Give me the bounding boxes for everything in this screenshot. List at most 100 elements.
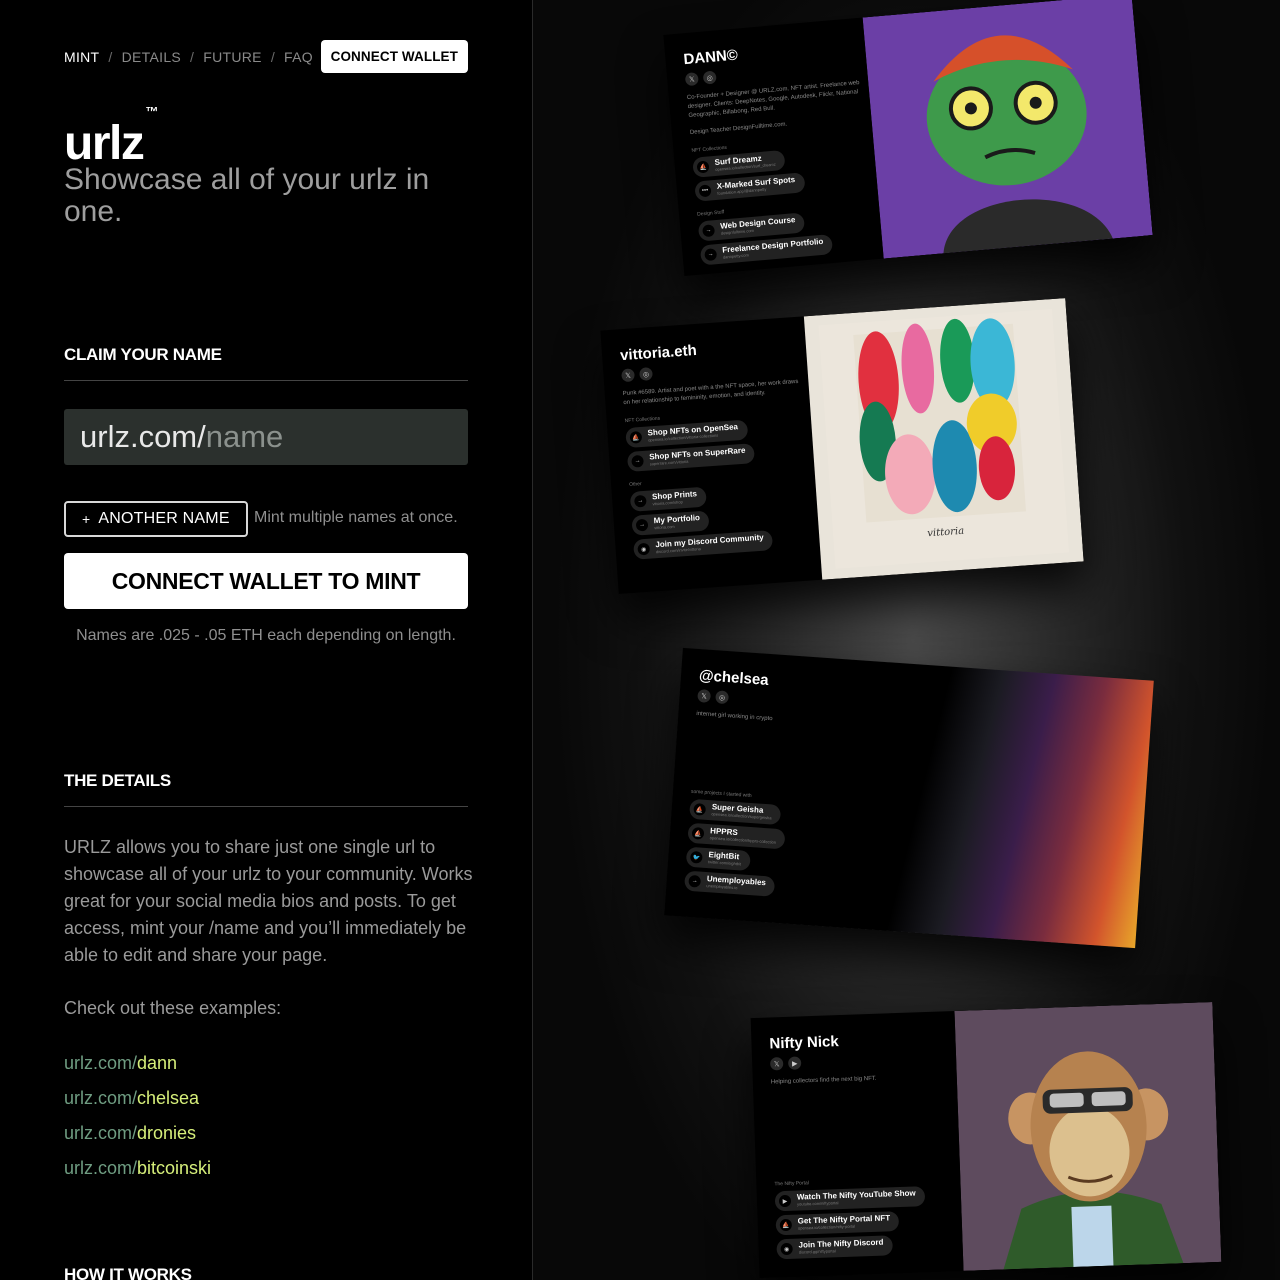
dann-nft-art [862,0,1153,259]
card-link-pill[interactable]: ⛵ Surf Dreamz opensea.io/collection/surf_d… [692,149,786,178]
name-field[interactable]: urlz.com/ [64,409,468,465]
profile-card-vittoria: vittoria.eth 𝕏 ◎ Punk #6589. Artist and … [600,298,1084,594]
card-link-url: opensea.io/collection/hpprs-collection [709,835,777,845]
card-name: Nifty Nick [769,1033,839,1053]
card-links: some projects I started with ⛵ Super Geish… [683,789,893,905]
example-name: chelsea [137,1088,200,1108]
twitter-icon: 𝕏 [621,368,635,383]
plus-icon: + [82,511,91,527]
opensea-icon: ⛵ [779,1218,793,1232]
opensea-icon: ⛵ [691,826,705,840]
left-panel: MINT / DETAILS / FUTURE / FAQ CONNECT WA… [0,0,532,1280]
trademark: ™ [145,104,159,119]
card-link-pill[interactable]: 🐦 EightBit twitter.com/eightbit [685,846,752,872]
examples-list: urlz.com/dann urlz.com/chelsea urlz.com/… [64,1053,211,1193]
card-link-pill[interactable]: ◉ Join my Discord Community discord.com/in… [633,530,774,560]
card-link-text-wrap: Shop Prints vittoria.com/shop [652,489,698,507]
example-link-dronies[interactable]: urlz.com/dronies [64,1123,196,1143]
youtube-icon: ▶ [778,1194,792,1208]
card-link-pill[interactable]: ⛵ HPPRS opensea.io/collection/hpprs-collec… [687,822,786,850]
another-name-hint: Mint multiple names at once. [254,509,458,526]
profile-card-chelsea: @chelsea 𝕏 ◎ internet girl working in cr… [664,647,1154,949]
details-paragraph: URLZ allows you to share just one single… [64,837,473,965]
example-name: dronies [137,1123,197,1143]
arrow-icon: → [635,518,649,532]
example-prefix: urlz.com/ [64,1088,138,1108]
card-link-text-wrap: Shop NFTs on OpenSea opensea.io/collectio… [647,422,738,443]
how-it-works-heading: HOW IT WORKS [64,1265,192,1280]
dots-icon: ••• [698,184,712,198]
top-nav: MINT / DETAILS / FUTURE / FAQ CONNECT WA… [64,40,468,73]
vittoria-nft-art: vittoria [803,298,1084,580]
example-link-bitcoinski[interactable]: urlz.com/bitcoinski [64,1158,211,1178]
card-info: @chelsea 𝕏 ◎ internet girl working in cr… [664,648,902,931]
example-prefix: urlz.com/ [64,1123,138,1143]
details-heading: THE DETAILS [64,771,468,807]
nav-separator: / [190,48,195,65]
example-item: urlz.com/chelsea [64,1088,211,1123]
card-link-text-wrap: My Portfolio vittoria.com [653,513,701,531]
card-link-text-wrap: Unemployables unemployables.io [706,874,766,893]
card-info: DANN© 𝕏 ◎ Co-Founder + Designer @ URLZ.c… [663,18,883,277]
card-link-pill[interactable]: ⛵ Get The Nifty Portal NFT opensea.io/coll… [775,1211,900,1236]
example-link-chelsea[interactable]: urlz.com/chelsea [64,1088,199,1108]
another-name-button[interactable]: + ANOTHER NAME [64,501,248,537]
arrow-icon: → [702,224,716,238]
example-item: urlz.com/dann [64,1053,211,1088]
url-prefix: urlz.com/ [80,419,206,454]
card-link-pill[interactable]: → Shop Prints vittoria.com/shop [629,486,707,512]
card-link-text-wrap: Shop NFTs on SuperRare superrare.com/vitt… [649,446,746,468]
opensea-icon: ⛵ [629,430,643,444]
card-link-text-wrap: Surf Dreamz opensea.io/collection/surf_dr… [714,154,776,173]
card-info: vittoria.eth 𝕏 ◎ Punk #6589. Artist and … [600,317,818,594]
card-link-pill[interactable]: ◉ Join The Nifty Discord discord.gg/niftyp… [776,1235,893,1260]
example-item: urlz.com/bitcoinski [64,1158,211,1193]
arrow-icon: → [704,248,718,262]
example-name: dann [137,1053,178,1073]
card-link-text-wrap: Watch The Nifty YouTube Show youtube.com/… [797,1188,916,1207]
another-name-label: ANOTHER NAME [98,510,230,527]
card-link-text-wrap: Web Design Course designfulltime.com [720,215,796,237]
example-link-dann[interactable]: urlz.com/dann [64,1053,177,1073]
arrow-icon: → [633,494,647,508]
card-link-pill[interactable]: → Shop NFTs on SuperRare superrare.com/vit… [626,443,756,472]
connect-wallet-button[interactable]: CONNECT WALLET [320,40,468,73]
examples-heading: Check out these examples: [64,998,282,1018]
nav-future[interactable]: FUTURE [203,49,262,65]
nav-faq[interactable]: FAQ [284,49,313,65]
twitter-icon: 𝕏 [684,72,699,87]
arrow-icon: → [631,454,644,468]
card-link-text-wrap: Super Geisha opensea.io/collection/superg… [711,802,772,821]
discord-icon: ◉ [780,1242,793,1256]
discord-icon: ◉ [637,542,651,556]
card-links: NFT Collections ⛵ Shop NFTs on OpenSea open… [625,405,816,560]
instagram-icon: ◎ [702,70,717,85]
card-links: NFT Collections ⛵ Surf Dreamz opensea.io/co… [691,132,883,266]
card-link-text-wrap: EightBit twitter.com/eightbit [708,850,742,867]
nav-separator: / [270,48,276,65]
card-link-pill[interactable]: ⛵ Super Geisha opensea.io/collection/super… [689,798,782,826]
connect-wallet-to-mint-button[interactable]: CONNECT WALLET TO MINT [64,553,468,609]
showcase-panel: DANN© 𝕏 ◎ Co-Founder + Designer @ URLZ.c… [532,0,1280,1280]
nifty-nick-nft-art [954,1002,1222,1271]
card-link-pill[interactable]: ••• X-Marked Surf Spots foundation.app/@da… [694,172,806,202]
twitter-icon: 𝕏 [697,689,712,703]
card-link-text-wrap: Freelance Design Portfolio dannpetty.com [722,237,824,261]
card-link-pill[interactable]: ⛵ Shop NFTs on OpenSea opensea.io/collecti… [625,419,748,449]
claim-heading: CLAIM YOUR NAME [64,345,468,381]
name-input[interactable] [205,419,436,455]
card-spacer [692,719,898,793]
opensea-icon: ⛵ [696,160,710,174]
opensea-icon: ⛵ [693,803,707,816]
nav-details[interactable]: DETAILS [122,49,181,65]
nav-separator: / [108,48,113,65]
tagline: Showcase all of your urlz in one. [64,163,430,228]
card-link-pill[interactable]: → Unemployables unemployables.io [683,870,776,897]
card-link-pill[interactable]: ▶ Watch The Nifty YouTube Show youtube.com… [774,1186,926,1212]
card-link-text-wrap: Get The Nifty Portal NFT opensea.io/colle… [798,1213,891,1231]
card-link-pill[interactable]: → My Portfolio vittoria.com [631,510,710,536]
nav-mint[interactable]: MINT [64,49,99,65]
youtube-icon: ▶ [787,1056,802,1070]
card-link-text-wrap: Join my Discord Community discord.com/inv… [655,533,764,556]
card-info: Nifty Nick 𝕏 ▶ Helping collectors find t… [751,1011,960,1278]
